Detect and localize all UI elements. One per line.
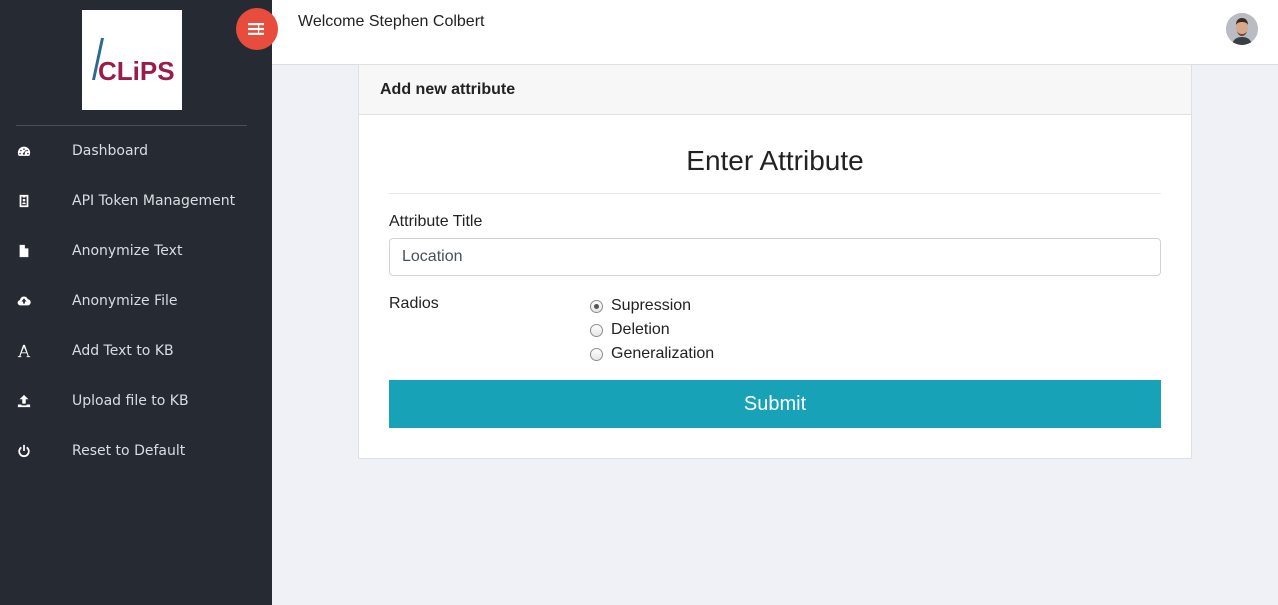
- power-icon: [16, 443, 32, 459]
- radio-label: Deletion: [611, 321, 670, 338]
- form-title: Enter Attribute: [686, 145, 864, 176]
- radio-button[interactable]: [590, 323, 603, 337]
- sidebar-item-label: Reset to Default: [72, 443, 186, 459]
- attribute-title-label: Attribute Title: [389, 213, 483, 230]
- clips-logo: CLiPS: [82, 10, 182, 110]
- sidebar: CLiPS Dashboard API Token Management Ano…: [0, 0, 272, 605]
- radio-button[interactable]: [590, 347, 603, 361]
- sidebar-item-label: Anonymize File: [72, 293, 178, 309]
- radio-label: Generalization: [611, 345, 715, 362]
- sidebar-item-anonymize-text[interactable]: Anonymize Text: [0, 226, 272, 276]
- radio-label: Supression: [611, 297, 692, 314]
- cloud-upload-icon: [16, 293, 32, 309]
- sidebar-item-reset-to-default[interactable]: Reset to Default: [0, 426, 272, 476]
- attribute-title-input[interactable]: [389, 238, 1161, 276]
- id-badge-icon: [16, 193, 32, 209]
- sidebar-item-label: Add Text to KB: [72, 343, 174, 359]
- sidebar-item-add-text-to-kb[interactable]: Add Text to KB: [0, 326, 272, 376]
- radio-deletion[interactable]: Deletion: [590, 318, 714, 342]
- sidebar-item-upload-file-to-kb[interactable]: Upload file to KB: [0, 376, 272, 426]
- avatar[interactable]: [1226, 13, 1258, 45]
- card-title: Add new attribute: [380, 80, 516, 98]
- menu-icon: [248, 23, 264, 35]
- logo-text: CLiPS: [98, 56, 175, 86]
- radio-group: Supression Deletion Generalization: [590, 294, 714, 366]
- sidebar-item-label: Anonymize Text: [72, 243, 183, 259]
- font-icon: [16, 343, 32, 359]
- form-divider: [389, 193, 1161, 194]
- sidebar-item-dashboard[interactable]: Dashboard: [0, 126, 272, 176]
- submit-button[interactable]: Submit: [389, 380, 1161, 428]
- radio-button-checked[interactable]: [590, 299, 603, 313]
- card-header: Add new attribute: [359, 65, 1191, 115]
- top-header: Welcome Stephen Colbert: [272, 0, 1278, 65]
- sidebar-item-label: Dashboard: [72, 143, 148, 159]
- file-text-icon: [16, 243, 32, 259]
- upload-icon: [16, 393, 32, 409]
- welcome-message: Welcome Stephen Colbert: [298, 13, 485, 30]
- dashboard-icon: [16, 143, 32, 159]
- sidebar-toggle-button[interactable]: [236, 8, 278, 50]
- add-attribute-card: Add new attribute Enter Attribute Attrib…: [358, 64, 1192, 459]
- sidebar-item-anonymize-file[interactable]: Anonymize File: [0, 276, 272, 326]
- sidebar-nav: Dashboard API Token Management Anonymize…: [0, 126, 272, 476]
- radios-label: Radios: [389, 295, 439, 312]
- sidebar-item-label: API Token Management: [72, 193, 236, 209]
- sidebar-item-api-token-management[interactable]: API Token Management: [0, 176, 272, 226]
- sidebar-item-label: Upload file to KB: [72, 393, 189, 409]
- radio-supression[interactable]: Supression: [590, 294, 714, 318]
- radio-generalization[interactable]: Generalization: [590, 342, 714, 366]
